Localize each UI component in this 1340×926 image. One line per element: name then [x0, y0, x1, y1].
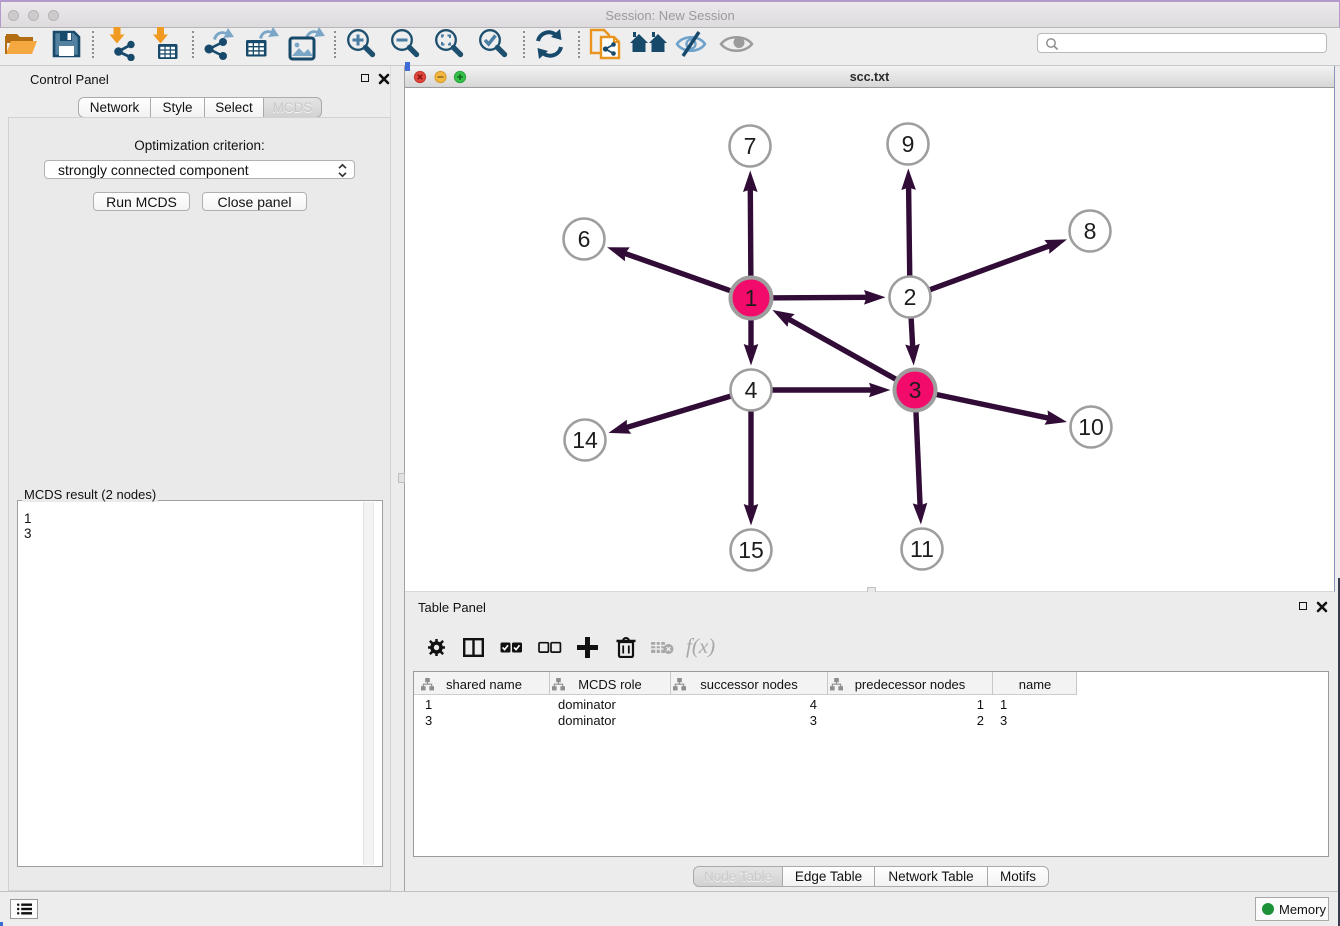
- svg-text:6: 6: [578, 226, 591, 252]
- svg-text:2: 2: [904, 284, 917, 310]
- svg-text:4: 4: [745, 377, 758, 403]
- svg-text:1: 1: [745, 285, 758, 311]
- svg-text:14: 14: [572, 427, 598, 453]
- svg-text:7: 7: [744, 133, 757, 159]
- svg-text:9: 9: [902, 131, 915, 157]
- svg-text:15: 15: [738, 537, 764, 563]
- svg-text:10: 10: [1078, 414, 1104, 440]
- svg-text:11: 11: [910, 536, 934, 562]
- svg-text:8: 8: [1084, 218, 1097, 244]
- svg-text:3: 3: [909, 377, 922, 403]
